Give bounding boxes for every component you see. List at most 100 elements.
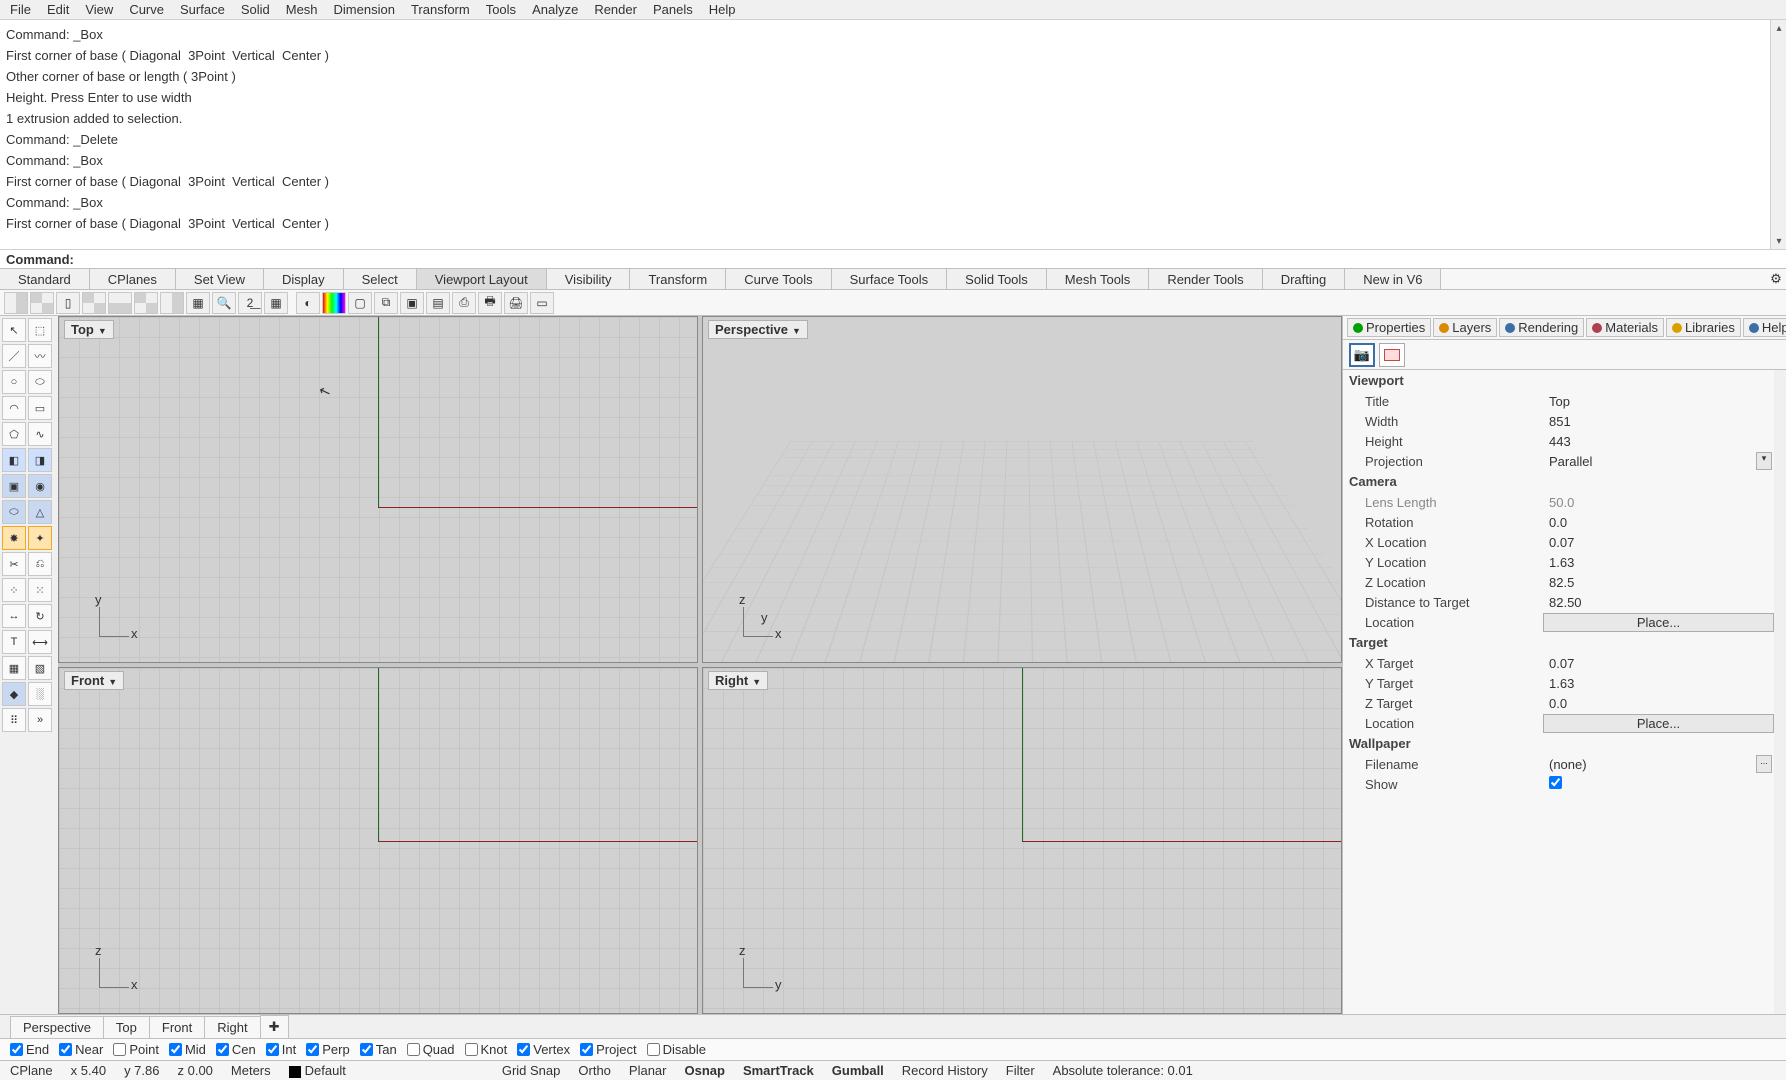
- place-button[interactable]: Place...: [1543, 714, 1774, 733]
- menu-edit[interactable]: Edit: [39, 0, 77, 19]
- osnap-vertex[interactable]: Vertex: [517, 1042, 570, 1057]
- tab-curve-tools[interactable]: Curve Tools: [726, 269, 831, 289]
- menu-view[interactable]: View: [77, 0, 121, 19]
- circle-icon[interactable]: ○: [2, 370, 26, 394]
- pts2-icon[interactable]: ⁙: [28, 578, 52, 602]
- menu-solid[interactable]: Solid: [233, 0, 278, 19]
- add-viewport-icon[interactable]: ✚: [260, 1015, 289, 1038]
- copy-layout-icon[interactable]: ⧉: [374, 292, 398, 314]
- prop-val[interactable]: Parallel: [1543, 454, 1786, 469]
- chevron-down-icon[interactable]: ▼: [98, 326, 107, 336]
- osnap-knot[interactable]: Knot: [465, 1042, 508, 1057]
- menu-transform[interactable]: Transform: [403, 0, 478, 19]
- viewport-label[interactable]: Front▼: [64, 671, 124, 690]
- tab-viewport-layout[interactable]: Viewport Layout: [417, 269, 547, 289]
- status-filter[interactable]: Filter: [1006, 1063, 1035, 1078]
- split-grid-icon[interactable]: ▦: [186, 292, 210, 314]
- tab-drafting[interactable]: Drafting: [1263, 269, 1346, 289]
- split-3c-icon[interactable]: [134, 292, 158, 314]
- rect-icon[interactable]: ▭: [28, 396, 52, 420]
- place-button[interactable]: Place...: [1543, 613, 1774, 632]
- polygon-icon[interactable]: ⬠: [2, 422, 26, 446]
- tab-rendering[interactable]: Rendering: [1499, 318, 1584, 337]
- split-3d-icon[interactable]: [160, 292, 184, 314]
- tab-new-v6[interactable]: New in V6: [1345, 269, 1441, 289]
- viewport-top[interactable]: Top▼ y x ↖: [58, 316, 698, 663]
- viewport-perspective[interactable]: Perspective▼ z y x: [702, 316, 1342, 663]
- tab-libraries[interactable]: Libraries: [1666, 318, 1741, 337]
- tab-set-view[interactable]: Set View: [176, 269, 264, 289]
- prop-val[interactable]: 1.63: [1543, 676, 1786, 691]
- vptab-top[interactable]: Top: [103, 1016, 150, 1038]
- osnap-end[interactable]: End: [10, 1042, 49, 1057]
- chevron-down-icon[interactable]: ▼: [108, 677, 117, 687]
- menu-file[interactable]: File: [2, 0, 39, 19]
- split-3b-icon[interactable]: [82, 292, 106, 314]
- zoom-icon[interactable]: 🔍: [212, 292, 236, 314]
- curve-icon[interactable]: ∿: [28, 422, 52, 446]
- viewport-front[interactable]: Front▼ z x: [58, 667, 698, 1014]
- menu-render[interactable]: Render: [586, 0, 645, 19]
- new-layout-icon[interactable]: ▢: [348, 292, 372, 314]
- line-icon[interactable]: ／: [2, 344, 26, 368]
- prop-val[interactable]: 851: [1543, 414, 1786, 429]
- osnap-perp[interactable]: Perp: [306, 1042, 349, 1057]
- status-osnap[interactable]: Osnap: [684, 1063, 724, 1078]
- split-3a-icon[interactable]: ▯: [56, 292, 80, 314]
- vptab-front[interactable]: Front: [149, 1016, 205, 1038]
- tab-select[interactable]: Select: [344, 269, 417, 289]
- status-record-history[interactable]: Record History: [902, 1063, 988, 1078]
- cylinder-icon[interactable]: ⬭: [2, 500, 26, 524]
- detail-icon[interactable]: ▣: [400, 292, 424, 314]
- surface2-icon[interactable]: ◨: [28, 448, 52, 472]
- tab-render-tools[interactable]: Render Tools: [1149, 269, 1262, 289]
- status-gumball[interactable]: Gumball: [832, 1063, 884, 1078]
- osnap-mid[interactable]: Mid: [169, 1042, 206, 1057]
- tab-surface-tools[interactable]: Surface Tools: [832, 269, 948, 289]
- menu-analyze[interactable]: Analyze: [524, 0, 586, 19]
- status-units[interactable]: Meters: [231, 1063, 271, 1078]
- osnap-int[interactable]: Int: [266, 1042, 296, 1057]
- tab-properties[interactable]: Properties: [1347, 318, 1431, 337]
- grid-icon[interactable]: ▦: [264, 292, 288, 314]
- bulb-icon[interactable]: ◐: [296, 292, 320, 314]
- menu-panels[interactable]: Panels: [645, 0, 701, 19]
- sphere-icon[interactable]: ◉: [28, 474, 52, 498]
- status-smarttrack[interactable]: SmartTrack: [743, 1063, 814, 1078]
- prop-val[interactable]: Top: [1543, 394, 1786, 409]
- tab-cplanes[interactable]: CPlanes: [90, 269, 176, 289]
- tab-display[interactable]: Display: [264, 269, 344, 289]
- osnap-point[interactable]: Point: [113, 1042, 159, 1057]
- polyline-icon[interactable]: 〰: [28, 344, 52, 368]
- surface-icon[interactable]: ◧: [2, 448, 26, 472]
- split-horiz-icon[interactable]: [108, 292, 132, 314]
- tab-help[interactable]: Help: [1743, 318, 1786, 337]
- dim2d-icon[interactable]: 2͟: [238, 292, 262, 314]
- render-icon[interactable]: ◆: [2, 682, 26, 706]
- chevron-down-icon[interactable]: ▼: [792, 326, 801, 336]
- osnap-cen[interactable]: Cen: [216, 1042, 256, 1057]
- prop-val[interactable]: 0.0: [1543, 696, 1786, 711]
- show-checkbox[interactable]: [1549, 776, 1562, 789]
- pts-icon[interactable]: ⁘: [2, 578, 26, 602]
- status-ortho[interactable]: Ortho: [578, 1063, 611, 1078]
- viewport-right[interactable]: Right▼ z y: [702, 667, 1342, 1014]
- prop-val[interactable]: 1.63: [1543, 555, 1786, 570]
- osnap-near[interactable]: Near: [59, 1042, 103, 1057]
- panel-scrollbar[interactable]: [1774, 370, 1786, 1014]
- tab-materials[interactable]: Materials: [1586, 318, 1664, 337]
- more-icon[interactable]: ⠿: [2, 708, 26, 732]
- text-icon[interactable]: T: [2, 630, 26, 654]
- layout-props-icon[interactable]: ▤: [426, 292, 450, 314]
- split-4-icon[interactable]: [30, 292, 54, 314]
- tab-visibility[interactable]: Visibility: [547, 269, 631, 289]
- split-icon[interactable]: ⎌: [28, 552, 52, 576]
- prop-val[interactable]: 0.07: [1543, 535, 1786, 550]
- osnap-project[interactable]: Project: [580, 1042, 636, 1057]
- trim-icon[interactable]: ✂: [2, 552, 26, 576]
- browse-button[interactable]: ...: [1756, 755, 1772, 773]
- menu-tools[interactable]: Tools: [478, 0, 524, 19]
- viewport-label[interactable]: Top▼: [64, 320, 114, 339]
- ellipse-icon[interactable]: ⬭: [28, 370, 52, 394]
- tool-b-icon[interactable]: ▭: [530, 292, 554, 314]
